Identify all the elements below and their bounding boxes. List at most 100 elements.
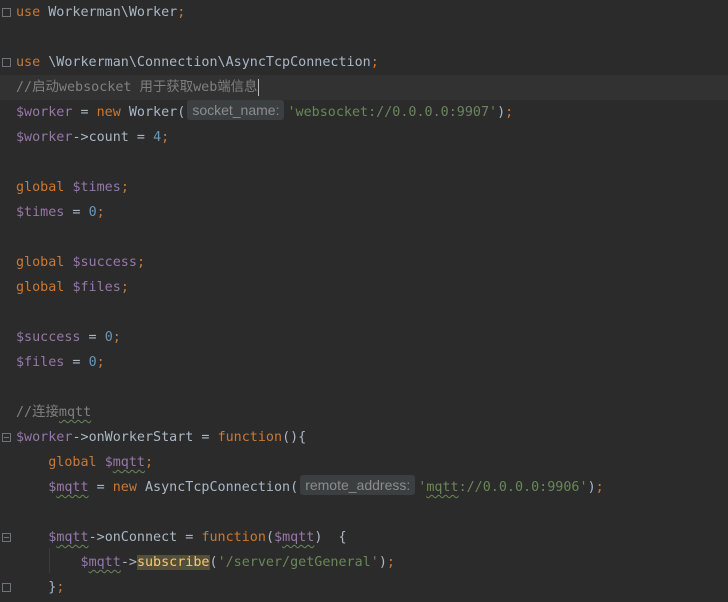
fold-marker-icon[interactable] <box>2 8 11 17</box>
keyword: new <box>96 105 121 120</box>
variable-typo: mqtt <box>56 480 89 495</box>
variable: $ <box>104 455 113 470</box>
semicolon: ; <box>177 5 186 20</box>
variable: $times <box>72 180 121 195</box>
fold-marker-icon[interactable] <box>2 583 11 592</box>
variable: $success <box>72 255 137 270</box>
variable: $worker <box>16 430 73 445</box>
code-line-9: $times = 0; <box>16 200 728 225</box>
operator: = <box>72 105 97 120</box>
keyword: function <box>217 430 283 445</box>
semicolon: ; <box>96 205 105 220</box>
semicolon: ; <box>386 555 395 570</box>
operator: = <box>128 130 154 145</box>
code-line-12: global $files; <box>16 275 728 300</box>
paren: ( <box>265 530 274 545</box>
class-call: Worker( <box>120 105 186 120</box>
operator: = <box>80 330 105 345</box>
keyword: global <box>16 180 65 195</box>
code-line-6: $worker->count = 4; <box>16 125 728 150</box>
semicolon: ; <box>505 105 514 120</box>
code-line-20: $mqtt = new AsyncTcpConnection(remote_ad… <box>16 475 728 500</box>
arrow: -> <box>88 530 105 545</box>
string-typo: mqtt <box>426 480 459 495</box>
parameter: $ <box>274 530 283 545</box>
class-call: AsyncTcpConnection( <box>136 480 299 495</box>
code-line-8: global $times; <box>16 175 728 200</box>
code-line-24: }; <box>16 575 728 600</box>
comment: //连接 <box>16 405 59 420</box>
paren: ) <box>497 105 506 120</box>
variable: $files <box>72 280 121 295</box>
namespace: \Workerman\Connection\AsyncTcpConnection <box>40 55 371 70</box>
fold-marker-icon[interactable] <box>2 58 11 67</box>
brace: (){ <box>282 430 307 445</box>
brace: ) { <box>314 530 347 545</box>
semicolon: ; <box>120 280 129 295</box>
variable-typo: mqtt <box>56 530 89 545</box>
keyword: global <box>48 455 97 470</box>
variable: $ <box>80 555 89 570</box>
parameter-hint: socket_name: <box>187 100 285 120</box>
variable-typo: mqtt <box>112 455 145 470</box>
semicolon: ; <box>112 330 121 345</box>
keyword: function <box>201 530 266 545</box>
method-call: subscribe <box>136 555 210 570</box>
operator: = <box>64 205 89 220</box>
code-line-5: $worker = new Worker(socket_name:'websoc… <box>16 100 728 125</box>
number: 4 <box>153 130 162 145</box>
variable-typo: mqtt <box>88 555 121 570</box>
text-cursor <box>258 78 260 96</box>
keyword: use <box>16 5 41 20</box>
code-editor[interactable]: use Workerman\Worker; use \Workerman\Con… <box>0 0 728 602</box>
code-line-18: $worker->onWorkerStart = function(){ <box>16 425 728 450</box>
variable: $success <box>16 330 81 345</box>
comment: //启动websocket 用于获取web端信息 <box>16 80 258 95</box>
semicolon: ; <box>136 255 145 270</box>
code-line-15: $files = 0; <box>16 350 728 375</box>
code-line-23: $mqtt->subscribe('/server/getGeneral'); <box>16 550 728 575</box>
number: 0 <box>88 205 97 220</box>
comment-typo: mqtt <box>58 405 92 420</box>
property: count <box>88 130 129 145</box>
variable: $worker <box>16 105 73 120</box>
operator: = <box>177 530 202 545</box>
code-line-11: global $success; <box>16 250 728 275</box>
number: 0 <box>104 330 113 345</box>
parameter-hint: remote_address: <box>300 475 416 495</box>
arrow: -> <box>72 130 89 145</box>
semicolon: ; <box>96 355 105 370</box>
paren: ( <box>209 555 218 570</box>
keyword: use <box>16 55 41 70</box>
variable: $worker <box>16 130 73 145</box>
code-line-22: $mqtt->onConnect = function($mqtt) { <box>16 525 728 550</box>
code-line-17: //连接mqtt <box>16 400 728 425</box>
keyword: global <box>16 255 65 270</box>
property: onConnect <box>104 530 178 545</box>
variable: $files <box>16 355 65 370</box>
fold-collapse-icon[interactable] <box>2 433 11 442</box>
number: 0 <box>88 355 97 370</box>
string: 'websocket://0.0.0.0:9907' <box>287 105 498 120</box>
semicolon: ; <box>56 580 65 595</box>
paren: ) <box>587 480 596 495</box>
property: onWorkerStart <box>88 430 194 445</box>
fold-collapse-icon[interactable] <box>2 533 11 542</box>
parameter-typo: mqtt <box>282 530 315 545</box>
keyword: global <box>16 280 65 295</box>
paren: ) <box>378 555 387 570</box>
string: ://0.0.0.0:9906' <box>458 480 588 495</box>
semicolon: ; <box>120 180 129 195</box>
code-line-1: use Workerman\Worker; <box>16 0 728 25</box>
operator: = <box>88 480 113 495</box>
semicolon: ; <box>161 130 170 145</box>
keyword: new <box>112 480 137 495</box>
operator: = <box>193 430 218 445</box>
semicolon: ; <box>595 480 604 495</box>
